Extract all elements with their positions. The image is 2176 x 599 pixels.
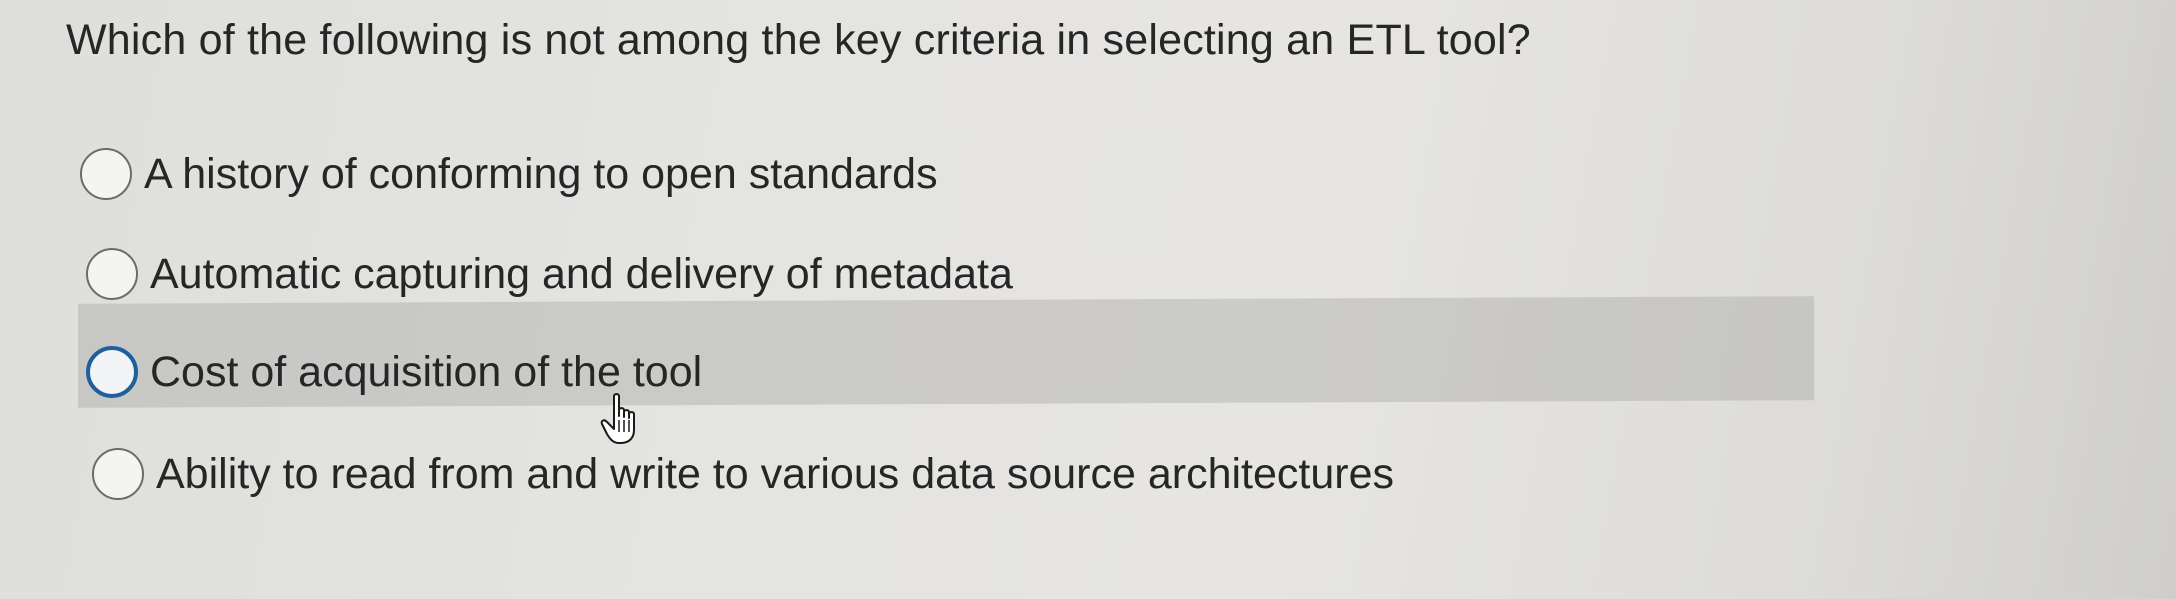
- answer-option-label: Automatic capturing and delivery of meta…: [150, 250, 1013, 298]
- radio-circle-icon[interactable]: [86, 248, 138, 300]
- answer-option-2[interactable]: Automatic capturing and delivery of meta…: [86, 246, 1013, 302]
- hand-pointer-icon: [600, 393, 635, 444]
- answer-options: A history of conforming to open standard…: [0, 0, 2176, 599]
- answer-option-1[interactable]: A history of conforming to open standard…: [80, 146, 938, 202]
- quiz-question-panel: Which of the following is not among the …: [0, 0, 2176, 599]
- answer-option-label: A history of conforming to open standard…: [144, 150, 938, 198]
- radio-circle-icon[interactable]: [80, 148, 132, 200]
- answer-option-label: Ability to read from and write to variou…: [156, 450, 1395, 498]
- radio-circle-icon[interactable]: [92, 448, 144, 500]
- answer-option-4[interactable]: Ability to read from and write to variou…: [92, 446, 1394, 502]
- radio-circle-icon[interactable]: [86, 346, 138, 398]
